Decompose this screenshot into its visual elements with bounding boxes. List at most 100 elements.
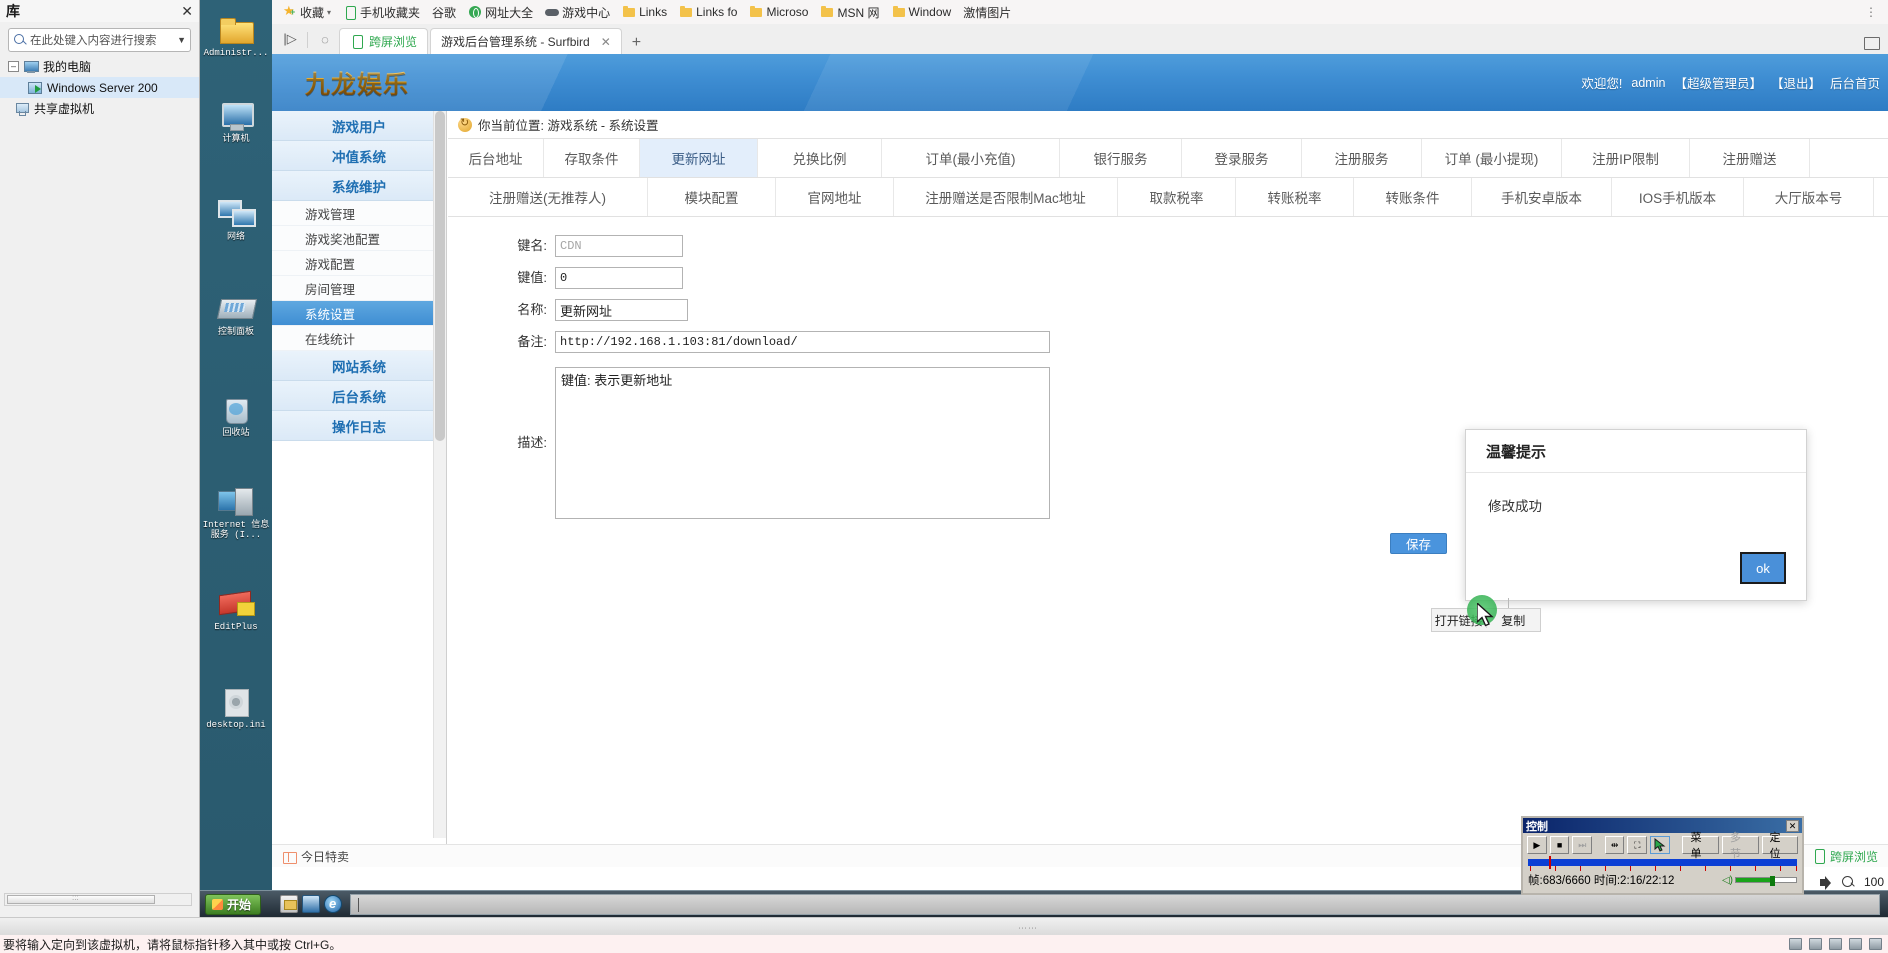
desktop-icon-control-panel[interactable]: 控制面板	[200, 293, 272, 337]
tab-game-admin[interactable]: 游戏后台管理系统 - Surfbird ✕	[272, 28, 1888, 891]
chevron-down-icon[interactable]: ▼	[177, 35, 186, 45]
close-icon[interactable]: ✕	[601, 35, 611, 49]
fullscreen-button[interactable]: ⛶	[1627, 836, 1648, 854]
tab-backend-address[interactable]: 后台地址	[448, 139, 544, 177]
desktop-icon-recycle-bin[interactable]: 回收站	[200, 394, 272, 438]
desktop-icon-administrator[interactable]: Administr...	[200, 14, 272, 58]
sidebar-group-maintenance[interactable]: 系统维护	[272, 171, 446, 201]
desktop-icon-desktop-ini[interactable]: desktop.ini	[200, 686, 272, 730]
bookmark-microsoft[interactable]: Microso	[744, 4, 813, 20]
logout-link[interactable]: 【退出】	[1771, 73, 1821, 92]
tab-lobby-version[interactable]: 大厅版本号	[1744, 178, 1874, 216]
sidebar-item-room-management[interactable]: 房间管理	[272, 276, 446, 301]
start-button[interactable]: 开始	[205, 894, 262, 915]
key-value-input[interactable]	[555, 267, 683, 289]
chevron-down-icon[interactable]: ▾	[327, 8, 331, 17]
desktop-icon-network[interactable]: 网络	[200, 198, 272, 242]
printer-icon[interactable]	[1849, 938, 1862, 950]
internet-explorer-icon[interactable]	[324, 895, 342, 913]
volume-icon[interactable]	[1819, 875, 1833, 890]
remark-input[interactable]	[555, 331, 1050, 353]
footer-cross-screen[interactable]: 跨屏浏览	[1812, 848, 1878, 865]
scrollbar-thumb[interactable]	[435, 111, 445, 441]
tab-order-min-recharge[interactable]: 订单(最小充值)	[882, 139, 1060, 177]
zoom-icon[interactable]	[1841, 875, 1855, 889]
key-name-input[interactable]	[555, 235, 683, 257]
sidebar-item-jackpot-config[interactable]: 游戏奖池配置	[272, 226, 446, 251]
seek-bar[interactable]	[1528, 856, 1797, 871]
multi-section-button[interactable]: 多节	[1722, 832, 1759, 860]
sidebar-group-recharge[interactable]: 冲值系统	[272, 141, 446, 171]
sidebar-group-game-users[interactable]: 游戏用户	[272, 111, 446, 141]
sidebar-group-backend[interactable]: 后台系统	[272, 381, 446, 411]
name-input[interactable]	[555, 299, 688, 321]
tab-module-config[interactable]: 模块配置	[648, 178, 776, 216]
bookmark-game-center[interactable]: 游戏中心	[540, 3, 615, 22]
media-icon[interactable]	[302, 895, 320, 913]
modal-ok-button[interactable]: ok	[1740, 552, 1786, 584]
tab-exchange-ratio[interactable]: 兑换比例	[758, 139, 882, 177]
home-link[interactable]: 后台首页	[1830, 73, 1880, 92]
bookmark-google[interactable]: 谷歌	[272, 3, 1888, 867]
desktop-icon-editplus[interactable]: EditPlus	[200, 588, 272, 632]
bookmark-msn[interactable]: MSN 网	[815, 3, 884, 22]
sidebar-scrollbar[interactable]	[433, 111, 446, 838]
bookmark-site-directory[interactable]: 网址大全	[463, 3, 538, 22]
tab-register-gift-no-referrer[interactable]: 注册赠送(无推荐人)	[448, 178, 648, 216]
tab-withdraw-tax[interactable]: 取款税率	[1118, 178, 1236, 216]
description-textarea[interactable]: 键值: 表示更新地址	[555, 367, 1050, 519]
desktop-icon-iis[interactable]: Internet 信息服务 (I...	[200, 486, 272, 540]
disk-icon[interactable]	[1789, 938, 1802, 950]
next-frame-button[interactable]: ⏭	[1572, 836, 1593, 854]
tree-item-my-computer[interactable]: – 我的电脑	[0, 56, 199, 77]
volume-control[interactable]: ◁)	[1722, 875, 1797, 886]
play-button[interactable]: ▶	[1527, 836, 1547, 854]
stop-button[interactable]: ■	[1549, 836, 1570, 854]
new-tab-button[interactable]: +	[624, 34, 649, 54]
tab-android-version[interactable]: 手机安卓版本	[1472, 178, 1612, 216]
volume-track[interactable]	[1735, 876, 1797, 886]
resize-grip[interactable]: ⋯⋯	[1018, 923, 1038, 934]
explorer-icon[interactable]	[280, 895, 298, 913]
tab-cross-screen[interactable]: 跨屏浏览	[339, 28, 429, 54]
tree-item-windows-server[interactable]: Windows Server 200	[0, 77, 199, 98]
bookmark-links[interactable]: Links	[617, 4, 672, 20]
usb-icon[interactable]	[1829, 938, 1842, 950]
locate-button[interactable]: 定位	[1761, 832, 1799, 860]
seek-playhead[interactable]	[1549, 856, 1551, 869]
sidebar-group-operation-log[interactable]: 操作日志	[272, 411, 446, 441]
network-icon[interactable]	[1809, 938, 1822, 950]
menu-button[interactable]: 菜单	[1682, 832, 1719, 860]
window-restore-icon[interactable]	[1864, 37, 1880, 50]
tab-official-site-url[interactable]: 官网地址	[776, 178, 894, 216]
bookmark-links-fo[interactable]: Links fo	[674, 4, 742, 20]
seek-track[interactable]	[1528, 859, 1797, 866]
tab-ios-version[interactable]: IOS手机版本	[1612, 178, 1744, 216]
fit-width-button[interactable]: ⇹	[1604, 836, 1625, 854]
tab-update-url[interactable]: 更新网址	[640, 139, 758, 177]
tree-item-shared-vm[interactable]: 共享虚拟机	[0, 98, 199, 119]
tab-order-min-withdraw[interactable]: 订单 (最小提现)	[1422, 139, 1562, 177]
volume-knob[interactable]	[1770, 876, 1775, 886]
sidebar-item-game-config[interactable]: 游戏配置	[272, 251, 446, 276]
save-button[interactable]: 保存	[1390, 533, 1447, 554]
tab-access-conditions[interactable]: 存取条件	[544, 139, 640, 177]
sidebar-group-website[interactable]: 网站系统	[272, 351, 446, 381]
tab-register-service[interactable]: 注册服务	[1302, 139, 1422, 177]
explorer-search-box[interactable]: 在此处键入内容进行搜索 ▼	[8, 28, 191, 52]
bookmark-favorites[interactable]: 收藏 ▾	[278, 3, 336, 22]
sidebar-toggle-icon[interactable]: |▷	[276, 26, 304, 52]
close-icon[interactable]: ✕	[181, 3, 193, 20]
tab-register-gift[interactable]: 注册赠送	[1690, 139, 1810, 177]
search-input[interactable]: 在此处键入内容进行搜索	[30, 32, 157, 48]
sidebar-item-game-management[interactable]: 游戏管理	[272, 201, 446, 226]
sound-icon[interactable]	[1869, 938, 1882, 950]
pointer-button[interactable]	[1650, 836, 1670, 854]
bookmark-photos[interactable]: 激情图片	[272, 3, 1888, 867]
tab-transfer-conditions[interactable]: 转账条件	[1354, 178, 1472, 216]
sidebar-item-online-stats[interactable]: 在线统计	[272, 326, 446, 351]
sidebar-item-system-settings[interactable]: 系统设置	[272, 301, 446, 326]
tab-register-ip-limit[interactable]: 注册IP限制	[1562, 139, 1690, 177]
desktop-icon-computer[interactable]: 计算机	[200, 100, 272, 144]
tab-transfer-tax[interactable]: 转账税率	[1236, 178, 1354, 216]
